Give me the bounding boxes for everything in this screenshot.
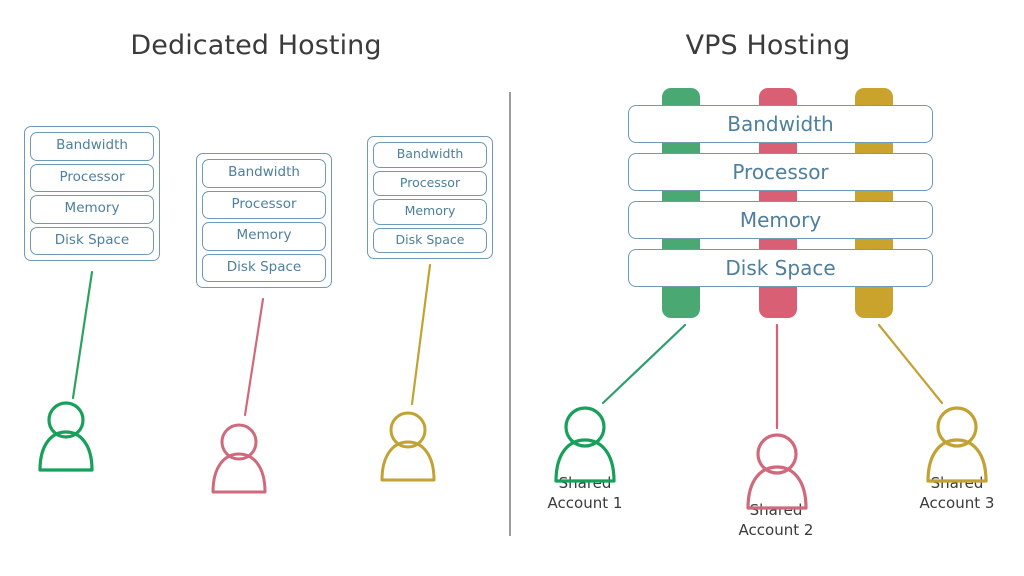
resource-processor: Processor — [202, 190, 326, 219]
dedicated-server-3: Bandwidth Processor Memory Disk Space — [367, 136, 493, 259]
resource-memory: Memory — [30, 195, 154, 224]
person-icon-dedicated-2 — [211, 423, 267, 494]
connector-dedicated-2 — [243, 297, 265, 417]
shared-account-1-label: Shared Account 1 — [547, 474, 623, 513]
vps-shared-stack: Bandwidth Processor Memory Disk Space — [628, 88, 933, 318]
resource-bandwidth: Bandwidth — [30, 132, 154, 161]
vps-resource-disk-space: Disk Space — [628, 249, 933, 287]
resource-bandwidth: Bandwidth — [202, 159, 326, 188]
dedicated-server-2: Bandwidth Processor Memory Disk Space — [196, 153, 332, 288]
vps-resource-memory: Memory — [628, 201, 933, 239]
vps-hosting-title: VPS Hosting — [685, 30, 851, 61]
shared-account-3-label: Shared Account 3 — [919, 474, 995, 513]
person-icon-shared-account-1 — [554, 406, 616, 483]
resource-disk-space: Disk Space — [373, 227, 487, 253]
resource-memory: Memory — [202, 222, 326, 251]
vps-resource-bandwidth: Bandwidth — [628, 105, 933, 143]
resource-memory: Memory — [373, 199, 487, 225]
resource-processor: Processor — [373, 170, 487, 196]
resource-disk-space: Disk Space — [30, 226, 154, 255]
connector-vps-1 — [601, 323, 687, 405]
connector-dedicated-3 — [410, 263, 432, 406]
shared-account-2-label: Shared Account 2 — [738, 501, 814, 540]
dedicated-hosting-title: Dedicated Hosting — [130, 30, 382, 61]
person-icon-shared-account-2 — [746, 433, 808, 510]
connector-vps-3 — [877, 323, 944, 405]
connector-dedicated-1 — [71, 270, 94, 400]
section-divider — [509, 92, 511, 536]
person-icon-dedicated-3 — [380, 411, 436, 482]
resource-processor: Processor — [30, 163, 154, 192]
person-icon-dedicated-1 — [38, 401, 94, 472]
diagram-canvas: Dedicated Hosting VPS Hosting Bandwidth … — [0, 0, 1024, 576]
resource-disk-space: Disk Space — [202, 253, 326, 282]
person-icon-shared-account-3 — [926, 406, 988, 483]
vps-resource-processor: Processor — [628, 153, 933, 191]
resource-bandwidth: Bandwidth — [373, 142, 487, 168]
dedicated-server-1: Bandwidth Processor Memory Disk Space — [24, 126, 160, 261]
